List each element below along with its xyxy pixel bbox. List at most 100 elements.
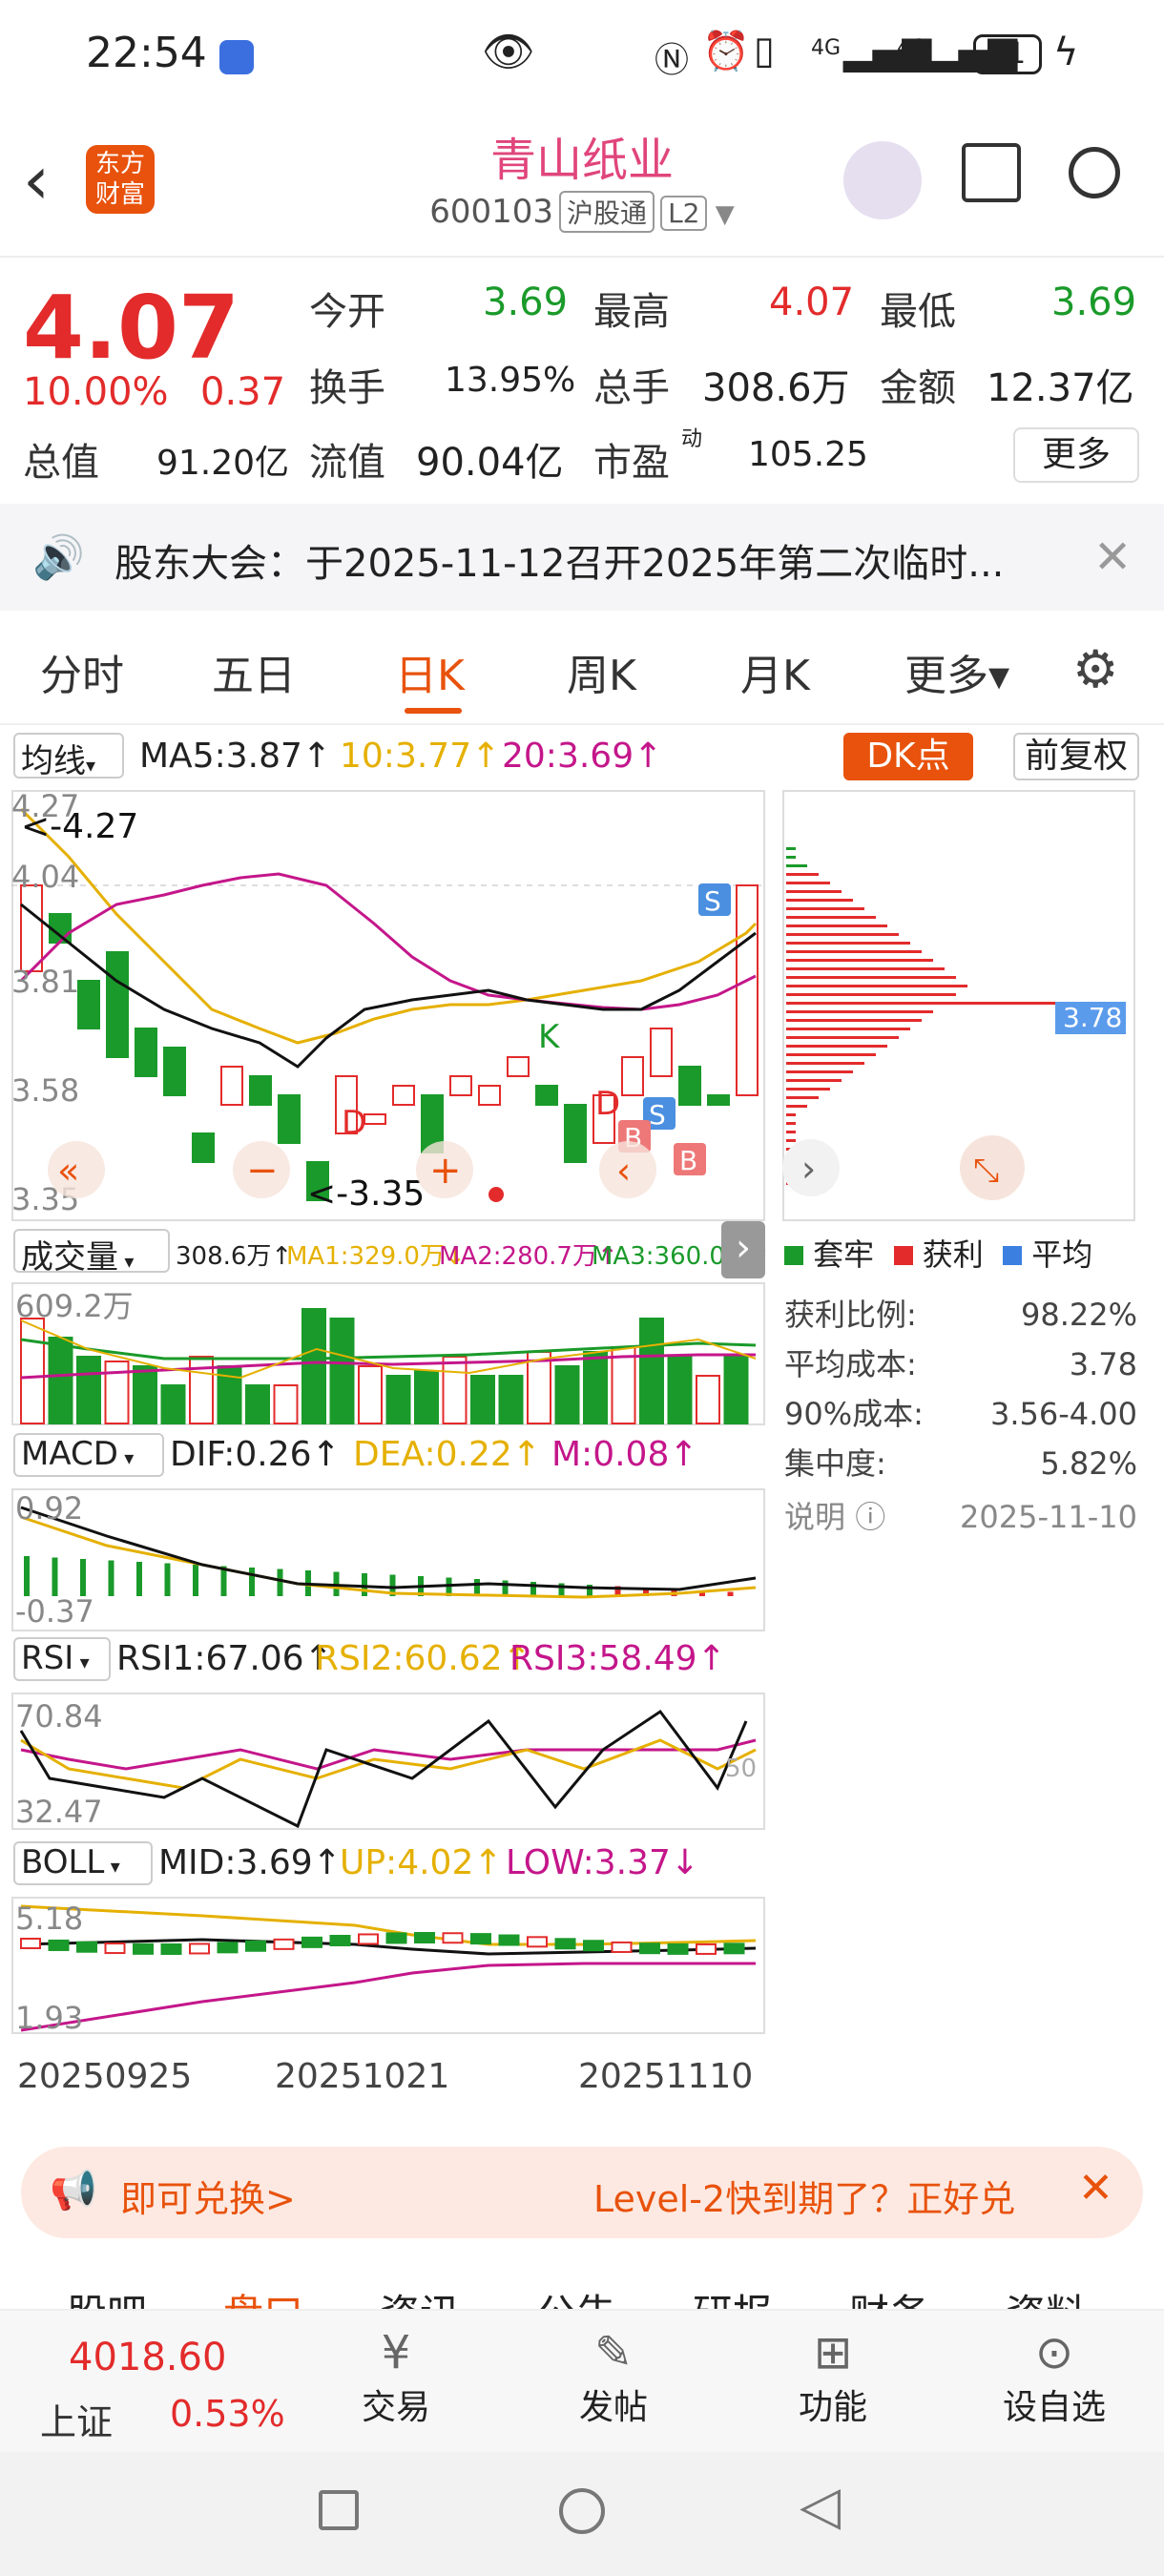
fullscreen-icon[interactable]: ⤡	[973, 1152, 999, 1190]
volume-bar	[611, 1346, 636, 1424]
chip-bar	[786, 1070, 853, 1073]
volume-current: 308.6万↑	[176, 1242, 293, 1271]
tab-daily-k[interactable]: 日K	[395, 641, 465, 702]
tab-forum[interactable]: 股吧	[67, 2282, 147, 2309]
boll-candle	[611, 1941, 633, 1953]
step-left-icon[interactable]: ‹	[616, 1150, 631, 1192]
tab-news[interactable]: 资讯	[380, 2282, 460, 2309]
stock-code: 600103	[429, 193, 554, 231]
chip-bar	[786, 856, 796, 859]
nav-trade[interactable]: ¥ 交易	[353, 2326, 439, 2429]
tab-orderbook[interactable]: 盘口	[223, 2282, 303, 2309]
chip-bar	[786, 1105, 807, 1108]
chevron-down-icon[interactable]: ▼	[707, 200, 735, 229]
chip-bar	[786, 1131, 796, 1133]
candle	[364, 1113, 386, 1125]
boll-axis-top: 5.18	[15, 1901, 83, 1937]
chip-expand-icon[interactable]: ›	[801, 1148, 816, 1190]
notice-bar[interactable]: 🔊 股东大会：于2025-11-12召开2025年第二次临时... ✕	[0, 504, 1164, 611]
tab-intraday[interactable]: 分时	[40, 641, 124, 702]
tab-profile[interactable]: 资料	[1006, 2282, 1086, 2309]
adjust-mode-button[interactable]: 前复权	[1013, 733, 1139, 780]
volume-label: 总手	[593, 366, 670, 410]
tab-monthly-k[interactable]: 月K	[740, 641, 810, 702]
volume-bar	[470, 1375, 495, 1424]
boll-candle	[583, 1940, 604, 1952]
promo-close-icon[interactable]: ✕	[1078, 2164, 1113, 2212]
zoom-in-icon[interactable]: +	[429, 1149, 462, 1193]
nav-post[interactable]: ✎ 发帖	[571, 2326, 656, 2429]
search-icon[interactable]	[1069, 147, 1120, 198]
chip-stats: 获利比例: 98.22% 平均成本: 3.78 90%成本: 3.56-4.00 集中…	[784, 1290, 1137, 1542]
more-button[interactable]: 更多	[1013, 427, 1139, 483]
boll-candle	[723, 1942, 745, 1955]
tab-five-day[interactable]: 五日	[212, 641, 296, 702]
tab-research[interactable]: 研报	[693, 2282, 773, 2309]
back-icon[interactable]: ‹	[23, 141, 50, 219]
volume-bar	[583, 1351, 608, 1424]
volume-bar	[160, 1384, 186, 1424]
boll-candle	[20, 1938, 41, 1949]
tab-weekly-k[interactable]: 周K	[567, 641, 636, 702]
tab-announcements[interactable]: 公告	[536, 2282, 616, 2309]
tab-indicator	[405, 708, 462, 714]
dk-point-button[interactable]: DK点	[843, 733, 973, 780]
indicator-selector[interactable]: 均线▾	[13, 733, 124, 780]
chip-bar	[786, 847, 796, 850]
macd-bar	[193, 1565, 198, 1596]
close-icon[interactable]: ✕	[1093, 530, 1132, 584]
tab-more[interactable]: 更多▾	[904, 641, 1009, 702]
volume-bar	[385, 1375, 411, 1424]
macd-bar	[220, 1566, 227, 1596]
zoom-out-icon[interactable]: −	[246, 1149, 279, 1193]
candle	[678, 1066, 701, 1106]
legend-avg-icon	[1003, 1246, 1023, 1265]
index-change: 0.53%	[170, 2393, 285, 2435]
cost90-value: 3.56-4.00	[989, 1396, 1137, 1432]
candle	[478, 1085, 501, 1106]
concentration-label: 集中度:	[784, 1445, 886, 1482]
volume-bar	[498, 1375, 524, 1424]
promo-redeem[interactable]: 即可兑换>	[120, 2170, 296, 2222]
macd-selector[interactable]: MACD ▾	[13, 1433, 164, 1477]
volume-value: 308.6万	[702, 366, 850, 410]
legend-profit-icon	[893, 1246, 913, 1265]
candle	[707, 1094, 730, 1106]
promo-banner[interactable]: 📢 即可兑换> Level-2快到期了？正好兑 ✕	[21, 2147, 1143, 2238]
pe-label: 市盈	[593, 441, 670, 485]
nav-add-favorite[interactable]: ⊙ 设自选	[992, 2326, 1116, 2429]
chip-bar	[786, 1088, 830, 1091]
scroll-left-icon[interactable]: «	[57, 1150, 79, 1192]
boll-candle	[696, 1942, 717, 1955]
low-marker: <-3.35	[307, 1174, 425, 1214]
recent-apps-icon[interactable]	[319, 2490, 359, 2530]
macd-bar	[249, 1568, 255, 1596]
chip-bar	[786, 959, 933, 962]
candle	[77, 980, 100, 1029]
robot-avatar[interactable]	[843, 141, 922, 219]
home-icon[interactable]	[559, 2488, 605, 2534]
share-icon[interactable]	[962, 143, 1021, 202]
volume-bar	[358, 1365, 383, 1424]
chip-bar	[786, 976, 956, 979]
nav-functions[interactable]: ⊞ 功能	[790, 2326, 876, 2429]
info-tabs: 股吧 盘口 资讯 公告 研报 财务 资料	[0, 2252, 1164, 2309]
low-label: 最低	[880, 290, 956, 334]
expand-arrow-icon[interactable]: ›	[721, 1221, 765, 1278]
rsi-selector[interactable]: RSI ▾	[13, 1637, 111, 1681]
app-logo: 东方 财富	[86, 145, 155, 214]
boll-candle	[217, 1942, 239, 1954]
volume-selector[interactable]: 成交量 ▾	[13, 1229, 170, 1277]
tab-financials[interactable]: 财务	[849, 2282, 929, 2309]
chip-bar	[786, 942, 910, 945]
back-nav-icon[interactable]: ◁	[800, 2475, 841, 2537]
kline-chart[interactable]: <-4.27 <-3.35 4.27 4.04 3.81 3.58 3.35 K…	[11, 790, 765, 1221]
gear-icon[interactable]: ⚙	[1072, 639, 1118, 699]
chip-legend: 套牢 获利 平均	[784, 1231, 1092, 1275]
megaphone-icon: 📢	[50, 2169, 97, 2212]
chip-bar	[786, 993, 956, 996]
boll-selector[interactable]: BOLL ▾	[13, 1841, 153, 1885]
candle	[163, 1047, 186, 1096]
volume-bar	[414, 1370, 439, 1424]
explain-link[interactable]: 说明 ⓘ	[784, 1492, 885, 1542]
